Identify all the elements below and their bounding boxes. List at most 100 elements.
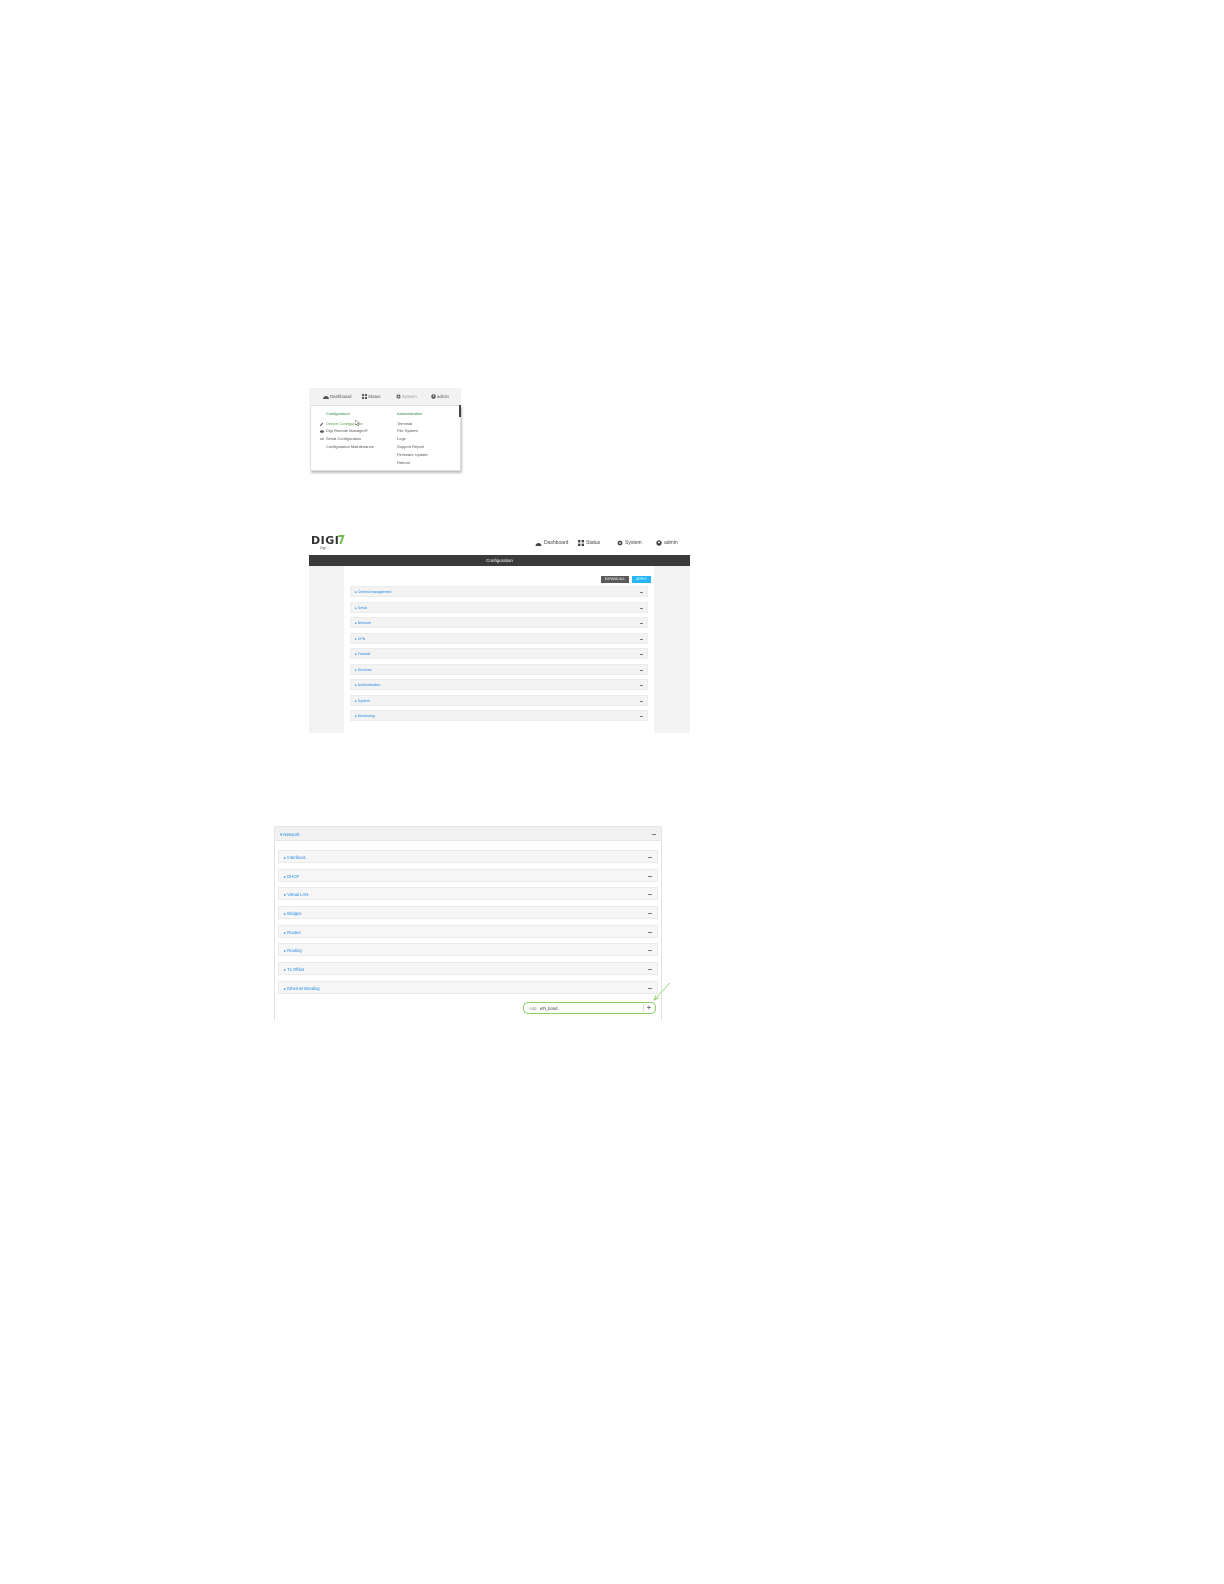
subsection-routes[interactable]: ▸ Routes [278, 925, 658, 938]
collapse-icon [640, 592, 643, 593]
menu-serial-configuration-label: Serial Configuration [326, 436, 362, 441]
expand-all-button[interactable]: EXPAND ALL [601, 576, 629, 583]
collapse-icon [648, 913, 652, 914]
network-header[interactable]: ▾ Network [274, 826, 662, 841]
nav-dashboard-label: Dashboard [544, 540, 569, 546]
collapse-icon [648, 932, 652, 933]
subsection-interfaces[interactable]: ▸ Interfaces [278, 850, 658, 863]
section-label: ▸ Serial [355, 606, 367, 610]
collapse-icon [640, 608, 643, 609]
menu-digi-remote-manager-label: Digi Remote Manager® [326, 428, 368, 433]
nav-admin[interactable]: admin [656, 540, 678, 546]
subsection-label: ▸ Tx Offset [284, 967, 305, 972]
section-label: ▸ VPN [355, 637, 366, 641]
section-network[interactable]: ▸ Network [350, 617, 648, 628]
nav-system-label: System [402, 394, 417, 399]
user-icon [431, 394, 436, 399]
configuration-heading: Configuration [326, 411, 350, 416]
nav-dashboard[interactable]: Dashboard [323, 394, 351, 399]
nav-system[interactable]: System [617, 540, 642, 546]
nav-system[interactable]: System [396, 394, 417, 399]
section-label: ▸ Firewall [355, 652, 371, 656]
section-label: ▸ Services [355, 668, 372, 672]
cloud-icon [320, 429, 324, 433]
wrench-icon [320, 422, 324, 426]
section-vpn[interactable]: ▸ VPN [350, 633, 648, 644]
add-prefix-label: Add [529, 1006, 537, 1011]
section-authentication[interactable]: ▸ Authentication [350, 679, 648, 690]
user-icon [656, 540, 662, 546]
nav-dashboard[interactable]: Dashboard [535, 540, 568, 546]
serial-icon [320, 438, 324, 439]
collapse-icon [648, 894, 652, 895]
gear-icon [396, 394, 401, 399]
collapse-icon [640, 654, 643, 655]
collapse-icon [648, 876, 652, 877]
section-label: ▸ System [355, 699, 370, 703]
app-header: DIGI Digi ... Dashboard Status System ad… [309, 532, 690, 555]
subsection-bridges[interactable]: ▸ Bridges [278, 906, 658, 919]
menu-terminal[interactable]: Terminal [397, 421, 412, 426]
section-firewall[interactable]: ▸ Firewall [350, 648, 648, 659]
subsection-routing[interactable]: ▸ Routing [278, 943, 658, 956]
section-label: ▸ Monitoring [355, 714, 375, 718]
collapse-icon [640, 716, 643, 717]
section-central-management[interactable]: ▸ Central management [350, 586, 648, 597]
menu-configuration-maintenance[interactable]: Configuration Maintenance [326, 444, 374, 449]
gear-icon [617, 540, 623, 546]
collapse-icon [640, 623, 643, 624]
subsection-virtual-lan[interactable]: ▸ Virtual LAN [278, 887, 658, 900]
add-bond-field[interactable]: Add eth_bond + [523, 1002, 656, 1014]
menu-logs[interactable]: Logs [397, 436, 406, 441]
menu-file-system[interactable]: File System [397, 428, 418, 433]
grid-icon [578, 540, 584, 546]
subsection-tx-offset[interactable]: ▸ Tx Offset [278, 962, 658, 975]
nav-admin-label: admin [437, 394, 449, 399]
section-label: ▸ Central management [355, 590, 392, 594]
subsection-label: ▸ Routes [284, 930, 301, 935]
section-system[interactable]: ▸ System [350, 695, 648, 706]
grid-icon [362, 394, 367, 399]
configuration-page-screenshot: DIGI Digi ... Dashboard Status System ad… [309, 532, 690, 733]
section-serial[interactable]: ▸ Serial [350, 602, 648, 613]
subsection-ethernet-bonding[interactable]: ▸ Ethernet Bonding [278, 981, 658, 994]
subsection-label: ▸ Ethernet Bonding [284, 986, 320, 991]
top-nav-bar: Dashboard Status System admin [309, 388, 461, 405]
menu-firmware-update[interactable]: Firmware Update [397, 452, 428, 457]
menu-digi-remote-manager[interactable]: Digi Remote Manager® [320, 428, 368, 433]
nav-admin[interactable]: admin [431, 394, 449, 399]
menu-reboot[interactable]: Reboot [397, 460, 410, 465]
section-services[interactable]: ▸ Services [350, 664, 648, 675]
nav-status[interactable]: Status [578, 540, 600, 546]
scrollbar-edge [459, 405, 461, 417]
nav-status[interactable]: Status [362, 394, 380, 399]
logo-tagline: Digi ... [320, 546, 330, 550]
network-section-screenshot: ▾ Network ▸ Interfaces ▸ DHCP ▸ Virtual … [274, 826, 671, 1022]
subsection-label: ▸ DHCP [284, 874, 300, 879]
add-bond-input-value[interactable]: eth_bond [540, 1006, 557, 1011]
network-header-label: ▾ Network [280, 832, 300, 837]
collapse-icon [640, 670, 643, 671]
collapse-icon [648, 950, 652, 951]
subsection-label: ▸ Routing [284, 948, 302, 953]
nav-dashboard-label: Dashboard [330, 394, 352, 399]
system-menu-screenshot: Dashboard Status System admin Configurat… [309, 388, 461, 471]
subsection-label: ▸ Bridges [284, 911, 302, 916]
section-monitoring[interactable]: ▸ Monitoring [350, 710, 648, 721]
dashboard-icon [535, 542, 542, 546]
configuration-content: EXPAND ALL APPLY ▸ Central management ▸ … [344, 566, 654, 733]
subsection-dhcp[interactable]: ▸ DHCP [278, 869, 658, 882]
nav-status-label: Status [586, 540, 601, 546]
nav-status-label: Status [368, 394, 381, 399]
nav-system-label: System [625, 540, 642, 546]
apply-button[interactable]: APPLY [632, 576, 651, 583]
menu-support-report[interactable]: Support Report [397, 444, 424, 449]
nav-admin-label: admin [664, 540, 678, 546]
menu-serial-configuration[interactable]: Serial Configuration [320, 436, 361, 441]
section-label: ▸ Authentication [355, 683, 381, 687]
subsection-label: ▸ Interfaces [284, 855, 306, 860]
collapse-icon [648, 969, 652, 970]
dashboard-icon [323, 396, 329, 399]
collapse-icon [652, 834, 656, 835]
administration-heading: Administration [397, 411, 423, 416]
